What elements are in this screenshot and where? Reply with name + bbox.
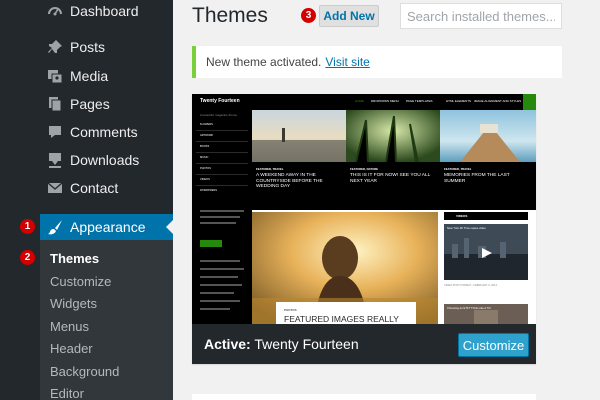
preview-menu-item: HOME: [355, 99, 364, 103]
pages-icon: [47, 96, 63, 112]
featured-title: A WEEKEND AWAY IN THE COUNTRYSIDE BEFORE…: [256, 173, 323, 189]
preview-article-category: PHOTOS: [284, 308, 297, 312]
notice-text: New theme activated.: [206, 55, 322, 69]
page-title: Themes: [192, 4, 268, 27]
current-menu-arrow: [166, 220, 173, 234]
theme-screenshot: Twenty Fourteen HOME DROPDOWN MENU PAGE …: [192, 94, 536, 324]
theme-card-footer: Active: Twenty Fourteen Customize: [192, 324, 536, 364]
step-marker-3: 3: [301, 8, 316, 23]
sidebar-item-label: Pages: [70, 96, 110, 112]
mail-icon: [47, 180, 63, 196]
sidebar-item-label: Downloads: [70, 152, 140, 168]
step-marker-2: 2: [20, 250, 35, 265]
featured-category: FEATURED, NATURE: [350, 167, 379, 171]
preview-videos-label: VIDEOS: [456, 214, 468, 218]
preview-follow-button: [200, 240, 222, 247]
search-input[interactable]: [400, 3, 562, 29]
preview-videos-header: VIDEOS: [444, 212, 528, 220]
preview-video-title: Choosing an ETF? Think Like A Tilt: [447, 306, 491, 310]
preview-brand: Twenty Fourteen: [200, 98, 240, 104]
preview-left-menu-item: PHOTOS: [200, 167, 211, 170]
video-thumbnail: [444, 224, 528, 280]
comment-icon: [47, 124, 63, 140]
appearance-submenu: Themes Customize Widgets Menus Header Ba…: [40, 240, 173, 400]
sidebar-item-label: Media: [70, 68, 109, 84]
preview-left-menu-item: BOOKS: [200, 145, 210, 148]
preview-left-menu-item: WORDPRESS: [200, 189, 218, 192]
sidebar-item-dashboard[interactable]: Dashboard: [40, 0, 173, 26]
sidebar-item-appearance[interactable]: Appearance: [40, 214, 173, 240]
sidebar-item-posts[interactable]: Posts: [40, 32, 173, 62]
active-prefix: Active:: [204, 336, 251, 352]
preview-video-2: Choosing an ETF? Think Like A Tilt: [444, 304, 528, 324]
preview-left-menu-item: MUSIC: [200, 156, 209, 159]
customize-button[interactable]: Customize: [458, 333, 529, 357]
featured-category: FEATURED, TRAVEL: [444, 167, 472, 171]
featured-photo-grass: [346, 110, 440, 162]
preview-menu-item: IMAGE ALIGNMENT AND STYLES: [474, 99, 522, 103]
preview-article-title: FEATURED IMAGES REALLY: [284, 314, 399, 324]
preview-left-menu-item: VIDEOS: [200, 178, 210, 181]
sidebar-item-label: Posts: [70, 39, 106, 55]
preview-search-icon: [523, 94, 536, 110]
preview-menu-item: PAGE TEMPLATES: [406, 99, 433, 103]
preview-article-box: PHOTOS FEATURED IMAGES REALLY: [276, 302, 416, 324]
submenu-item-background[interactable]: Background: [50, 364, 119, 380]
sidebar-item-label: Appearance: [70, 219, 146, 235]
admin-sidebar: Dashboard Posts Media Pages Comments Dow…: [0, 0, 173, 400]
theme-activated-notice: New theme activated. Visit site: [192, 46, 562, 78]
preview-tagline: A beautiful magazine theme: [200, 113, 238, 117]
preview-video-title: New York 4K Time Lapse video: [447, 226, 486, 230]
preview-menu-item: DROPDOWN MENU: [371, 99, 399, 103]
submenu-item-header[interactable]: Header: [50, 341, 93, 357]
visit-site-link[interactable]: Visit site: [325, 55, 369, 69]
sidebar-item-label: Comments: [70, 124, 138, 140]
sidebar-item-media[interactable]: Media: [40, 61, 173, 91]
sidebar-item-label: Dashboard: [70, 3, 139, 19]
preview-left-sidebar: A beautiful magazine theme FLOWERS ARTWO…: [192, 110, 252, 324]
sidebar-item-pages[interactable]: Pages: [40, 89, 173, 119]
sidebar-item-contact[interactable]: Contact: [40, 173, 173, 203]
active-theme-label: Active: Twenty Fourteen: [204, 336, 359, 352]
submenu-item-menus[interactable]: Menus: [50, 319, 89, 335]
preview-video-1: New York 4K Time Lapse video: [444, 224, 528, 280]
preview-topbar: Twenty Fourteen HOME DROPDOWN MENU PAGE …: [192, 94, 536, 110]
preview-left-menu-item: ARTWORK: [200, 134, 214, 137]
featured-category: FEATURED, TRAVEL: [256, 167, 284, 171]
sidebar-item-downloads[interactable]: Downloads: [40, 145, 173, 175]
preview-featured-strip: FEATURED, TRAVEL A WEEKEND AWAY IN THE C…: [252, 110, 536, 210]
next-theme-card[interactable]: [192, 394, 536, 400]
preview-menu-item: HTML ELEMENTS: [446, 99, 472, 103]
submenu-item-customize[interactable]: Customize: [50, 274, 111, 290]
featured-photo-beach: [252, 110, 346, 162]
preview-left-menu-item: FLOWERS: [200, 123, 213, 126]
featured-photo-pier: [440, 110, 536, 162]
paintbrush-icon: [47, 219, 63, 235]
submenu-item-widgets[interactable]: Widgets: [50, 296, 97, 312]
active-theme-card[interactable]: Twenty Fourteen HOME DROPDOWN MENU PAGE …: [192, 94, 536, 364]
dashboard-icon: [47, 3, 63, 19]
pin-icon: [47, 39, 63, 55]
sidebar-item-comments[interactable]: Comments: [40, 117, 173, 147]
featured-title: THIS IS IT FOR NOW! SEE YOU ALL NEXT YEA…: [350, 173, 431, 184]
submenu-item-themes[interactable]: Themes: [50, 251, 99, 267]
preview-video-caption: VIDEO POST FORMAT - FEBRUARY 6, 2014: [444, 284, 497, 287]
add-new-button[interactable]: Add New: [319, 5, 379, 27]
active-theme-name: Twenty Fourteen: [254, 336, 359, 352]
download-icon: [47, 152, 63, 168]
featured-title: MEMORIES FROM THE LAST SUMMER: [444, 173, 510, 184]
step-marker-1: 1: [20, 219, 35, 234]
media-icon: [47, 68, 63, 84]
submenu-item-editor[interactable]: Editor: [50, 386, 84, 400]
sidebar-item-label: Contact: [70, 180, 119, 196]
